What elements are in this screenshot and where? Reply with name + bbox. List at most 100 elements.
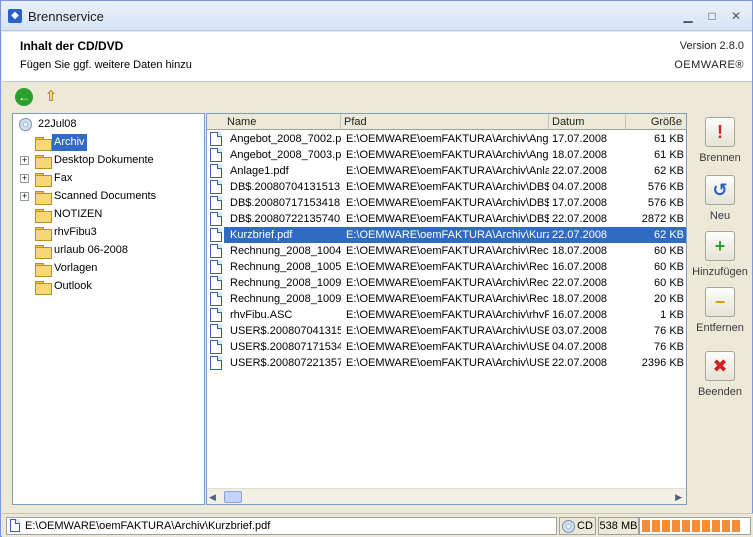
tree-item-label: Desktop Dokumente (54, 154, 154, 166)
page-subtitle: Fügen Sie ggf. weitere Daten hinzu (20, 59, 192, 71)
folder-icon (35, 173, 52, 187)
cell-size: 20 KB (654, 293, 684, 305)
cell-path: E:\OEMWARE\oemFAKTURA\Archiv\USER$.20080… (346, 341, 549, 353)
cell-path: E:\OEMWARE\oemFAKTURA\Archiv\USER$.20080… (346, 325, 549, 337)
file-icon (210, 308, 222, 322)
file-icon (210, 148, 222, 162)
tree-item[interactable]: Outlook (13, 278, 203, 295)
add-icon[interactable]: + (705, 231, 735, 261)
tree-item[interactable]: NOTIZEN (13, 206, 203, 223)
tree-item[interactable]: + Fax (13, 170, 203, 187)
cell-path: E:\OEMWARE\oemFAKTURA\Archiv\Kurzbrief.p… (346, 229, 549, 241)
cell-name: Angebot_2008_7003.pdf (230, 149, 341, 161)
table-row[interactable]: Rechnung_2008_1005 E:\OEMWARE\oemFAKTURA\… (207, 259, 686, 275)
cell-date: 22.07.2008 (552, 277, 608, 289)
close-button[interactable]: ✕ (725, 8, 747, 24)
cell-date: 16.07.2008 (552, 261, 608, 273)
cell-size: 2396 KB (641, 357, 684, 369)
file-list[interactable]: Name Pfad Datum Größe ◀ ▶ Angebot_2008_7… (206, 113, 687, 505)
cell-size: 60 KB (654, 261, 684, 273)
cell-size: 62 KB (654, 165, 684, 177)
file-icon (10, 519, 20, 532)
maximize-button[interactable]: □ (701, 8, 723, 24)
table-row[interactable]: Angebot_2008_7003.pdf E:\OEMWARE\oemFAKTU… (207, 147, 686, 163)
column-size[interactable]: Größe (626, 114, 686, 130)
cell-name: DB$.20080717153418 (230, 197, 341, 209)
action-label[interactable]: Beenden (687, 386, 753, 398)
column-date[interactable]: Datum (549, 114, 626, 130)
scroll-thumb[interactable] (224, 491, 242, 503)
action-label[interactable]: Entfernen (687, 322, 753, 334)
table-row[interactable]: Rechnung_2008_1009 E:\OEMWARE\oemFAKTURA\… (207, 291, 686, 307)
usage-segment (732, 520, 740, 532)
table-row[interactable]: USER$.20080722135740 E:\OEMWARE\oemFAKTUR… (207, 355, 686, 371)
burn-icon[interactable]: ! (705, 117, 735, 147)
action-label[interactable]: Brennen (687, 152, 753, 164)
usage-segment (652, 520, 660, 532)
cell-name: USER$.20080717153418 (230, 341, 341, 353)
column-path[interactable]: Pfad (341, 114, 549, 130)
cell-name: USER$.20080722135740 (230, 357, 341, 369)
expand-icon[interactable]: + (20, 192, 29, 201)
cell-path: E:\OEMWARE\oemFAKTURA\Archiv\Rechnung_20… (346, 293, 549, 305)
exit-icon[interactable]: ✖ (705, 351, 735, 381)
table-row[interactable]: Rechnung_2008_1004 E:\OEMWARE\oemFAKTURA\… (207, 243, 686, 259)
table-row[interactable]: Anlage1.pdf E:\OEMWARE\oemFAKTURA\Archiv\… (207, 163, 686, 179)
tree-item[interactable]: Vorlagen (13, 260, 203, 277)
expand-icon[interactable]: + (20, 156, 29, 165)
version-label: Version 2.8.0 (679, 40, 744, 52)
tree-item[interactable]: Archiv (13, 134, 203, 151)
new-disc-icon[interactable]: ↺ (705, 175, 735, 205)
action-label[interactable]: Neu (687, 210, 753, 222)
tree-item-label: Fax (54, 172, 73, 184)
tree-item[interactable]: 22Jul08 (13, 116, 203, 133)
cell-path: E:\OEMWARE\oemFAKTURA\Archiv\Rechnung_20… (346, 261, 549, 273)
tree-item[interactable]: + Desktop Dokumente (13, 152, 203, 169)
table-row[interactable]: rhvFibu.ASC E:\OEMWARE\oemFAKTURA\Archiv\… (207, 307, 686, 323)
usage-segment (702, 520, 710, 532)
status-bar: E:\OEMWARE\oemFAKTURA\Archiv\Kurzbrief.p… (2, 513, 753, 537)
cell-path: E:\OEMWARE\oemFAKTURA\Archiv\DB$.2008071… (346, 197, 549, 209)
folder-icon (35, 227, 52, 241)
action-label[interactable]: Hinzufügen (687, 266, 753, 278)
table-row[interactable]: USER$.20080704131513 E:\OEMWARE\oemFAKTUR… (207, 323, 686, 339)
usage-bar (639, 517, 751, 535)
tree-item[interactable]: + Scanned Documents (13, 188, 203, 205)
table-row[interactable]: DB$.20080704131513 E:\OEMWARE\oemFAKTURA\… (207, 179, 686, 195)
minimize-button[interactable]: ▁ (677, 8, 699, 24)
tree-item-label: Archiv (52, 134, 87, 151)
back-arrow-icon[interactable]: ← (15, 88, 33, 106)
horizontal-scrollbar[interactable]: ◀ ▶ (207, 488, 686, 504)
remove-icon[interactable]: − (705, 287, 735, 317)
folder-tree[interactable]: 22Jul08 Archiv + Desktop Dokumente + Fax + Scan… (12, 113, 205, 505)
cell-size: 61 KB (654, 149, 684, 161)
column-header: Name Pfad Datum Größe (207, 114, 686, 130)
expand-icon[interactable]: + (20, 174, 29, 183)
table-row[interactable]: Rechnung_2008_1009 E:\OEMWARE\oemFAKTURA\… (207, 275, 686, 291)
cell-size: 2872 KB (641, 213, 684, 225)
file-icon (210, 180, 222, 194)
table-row[interactable]: Angebot_2008_7002.pdf E:\OEMWARE\oemFAKTU… (207, 131, 686, 147)
table-row[interactable]: DB$.20080717153418 E:\OEMWARE\oemFAKTURA\… (207, 195, 686, 211)
cell-size: 60 KB (654, 277, 684, 289)
cd-icon (562, 520, 575, 533)
cell-name: Anlage1.pdf (230, 165, 289, 177)
tree-item[interactable]: rhvFibu3 (13, 224, 203, 241)
cell-name: Rechnung_2008_1005 (230, 261, 341, 273)
status-media-text: CD (577, 520, 593, 532)
cell-path: E:\OEMWARE\oemFAKTURA\Archiv\Angebot_200… (346, 149, 549, 161)
scroll-left-icon[interactable]: ◀ (209, 492, 216, 503)
folder-up-icon[interactable]: ⇧ (42, 88, 60, 106)
table-row[interactable]: DB$.20080722135740 E:\OEMWARE\oemFAKTURA\… (207, 211, 686, 227)
vendor-label: OEMWARE® (674, 59, 744, 71)
cell-name: USER$.20080704131513 (230, 325, 341, 337)
table-row[interactable]: Kurzbrief.pdf E:\OEMWARE\oemFAKTURA\Archi… (207, 227, 686, 243)
title-bar[interactable]: ◆ Brennservice ▁ □ ✕ (1, 1, 752, 31)
usage-segment (642, 520, 650, 532)
scroll-right-icon[interactable]: ▶ (675, 492, 682, 503)
cell-path: E:\OEMWARE\oemFAKTURA\Archiv\DB$.2008070… (346, 181, 549, 193)
table-row[interactable]: USER$.20080717153418 E:\OEMWARE\oemFAKTUR… (207, 339, 686, 355)
tree-item[interactable]: urlaub 06-2008 (13, 242, 203, 259)
tree-item-label: rhvFibu3 (54, 226, 97, 238)
column-name[interactable]: Name (224, 114, 341, 130)
